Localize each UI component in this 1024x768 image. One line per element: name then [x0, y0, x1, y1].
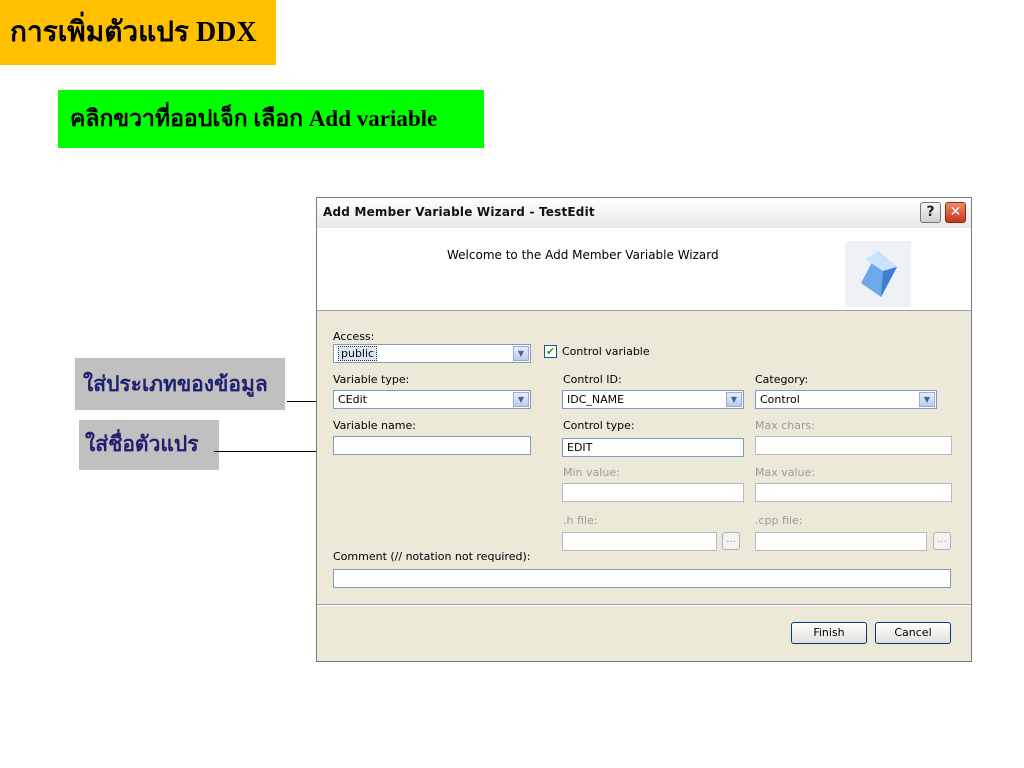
chevron-down-icon[interactable]: ▼	[726, 392, 742, 407]
instruction-banner: คลิกขวาที่ออปเจ็ก เลือก Add variable	[58, 90, 484, 148]
control-type-label: Control type:	[563, 419, 635, 432]
chevron-down-icon[interactable]: ▼	[919, 392, 935, 407]
help-icon: ?	[926, 204, 935, 220]
dialog-title: Add Member Variable Wizard - TestEdit	[323, 205, 595, 219]
browse-label: ...	[726, 534, 736, 545]
category-label: Category:	[755, 373, 809, 386]
finish-button[interactable]: Finish	[791, 622, 867, 644]
chevron-down-icon[interactable]: ▼	[513, 346, 529, 361]
help-button[interactable]: ?	[920, 202, 941, 223]
dialog-titlebar[interactable]: Add Member Variable Wizard - TestEdit ? …	[317, 198, 971, 229]
h-file-browse-button[interactable]: ...	[722, 532, 740, 550]
comment-input[interactable]	[333, 569, 951, 588]
h-file-input[interactable]	[562, 532, 717, 551]
callout-variable-name: ใส่ชื่อตัวแปร	[79, 420, 219, 470]
variable-type-value: CEdit	[338, 393, 367, 406]
check-icon: ✔	[545, 345, 556, 358]
variable-name-input[interactable]	[333, 436, 531, 455]
max-value-label: Max value:	[755, 466, 815, 479]
cpp-file-browse-button[interactable]: ...	[933, 532, 951, 550]
add-member-variable-dialog: Add Member Variable Wizard - TestEdit ? …	[316, 197, 972, 662]
close-icon: ✕	[949, 204, 962, 220]
variable-name-label: Variable name:	[333, 419, 416, 432]
min-value-label: Min value:	[563, 466, 620, 479]
category-combo[interactable]: Control ▼	[755, 390, 937, 409]
max-value-input[interactable]	[755, 483, 952, 502]
variable-type-label: Variable type:	[333, 373, 410, 386]
arrow-variable-name	[214, 447, 332, 455]
cancel-button[interactable]: Cancel	[875, 622, 951, 644]
h-file-label: .h file:	[563, 514, 598, 527]
cpp-file-input[interactable]	[755, 532, 927, 551]
control-id-combo[interactable]: IDC_NAME ▼	[562, 390, 744, 409]
max-chars-input[interactable]	[755, 436, 952, 455]
welcome-text: Welcome to the Add Member Variable Wizar…	[447, 248, 719, 262]
footer-separator	[317, 604, 971, 606]
chevron-down-icon[interactable]: ▼	[513, 392, 529, 407]
close-button[interactable]: ✕	[945, 202, 966, 223]
access-combo[interactable]: public ▼	[333, 344, 531, 363]
wizard-header: Welcome to the Add Member Variable Wizar…	[317, 228, 971, 311]
max-chars-label: Max chars:	[755, 419, 815, 432]
cpp-file-label: .cpp file:	[755, 514, 803, 527]
browse-label: ...	[937, 534, 947, 545]
category-value: Control	[760, 393, 800, 406]
min-value-input[interactable]	[562, 483, 744, 502]
access-value: public	[338, 346, 378, 361]
wizard-body: Access: public ▼ ✔ Control variable Vari…	[317, 310, 971, 604]
access-label: Access:	[333, 330, 375, 343]
control-variable-checkbox[interactable]: ✔	[544, 345, 557, 358]
comment-label: Comment (// notation not required):	[333, 550, 531, 563]
control-type-field: EDIT	[562, 438, 744, 457]
wizard-cube-icon	[845, 241, 911, 307]
slide-title: การเพิ่มตัวแปร DDX	[0, 0, 276, 65]
control-id-value: IDC_NAME	[567, 393, 625, 406]
callout-variable-type: ใส่ประเภทของข้อมูล	[75, 358, 285, 410]
control-variable-label[interactable]: Control variable	[562, 345, 650, 358]
control-id-label: Control ID:	[563, 373, 622, 386]
variable-type-combo[interactable]: CEdit ▼	[333, 390, 531, 409]
